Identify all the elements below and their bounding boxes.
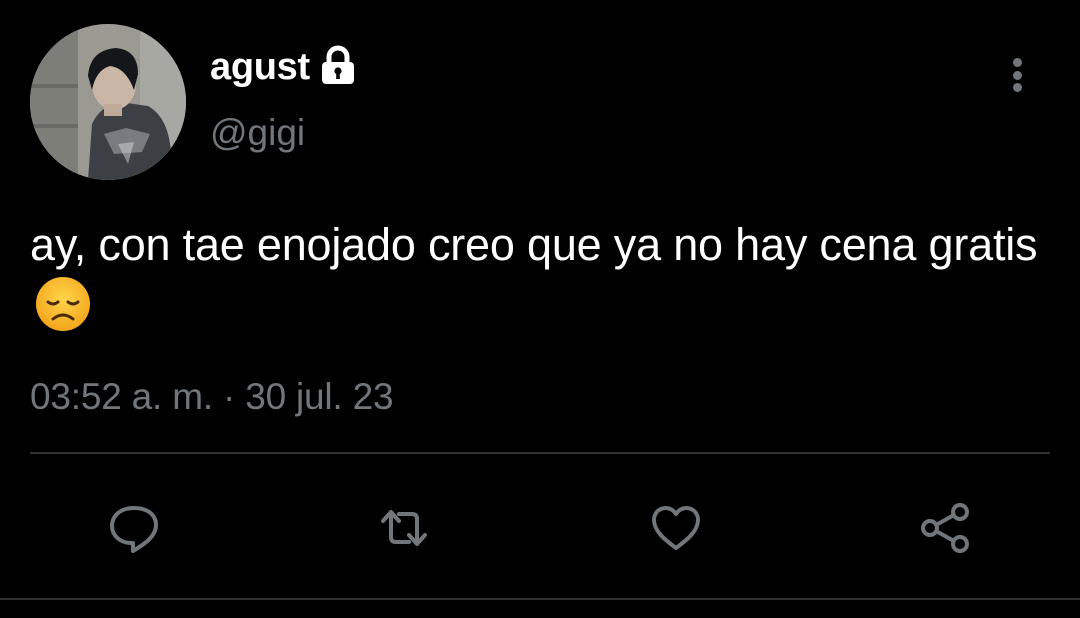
retweet-button[interactable] [374,498,434,558]
more-vertical-icon [1012,58,1022,67]
tweet-body: ay, con tae enojado creo que ya no hay c… [30,219,1038,270]
divider [30,452,1050,454]
like-button[interactable] [646,498,706,558]
reply-button[interactable] [104,498,164,558]
heart-icon [652,506,700,550]
more-dot [1012,83,1022,92]
tweet-timestamp[interactable]: 03:52 a. m. · 30 jul. 23 [30,376,394,418]
bottom-divider [0,598,1080,600]
more-options-button[interactable] [1000,52,1034,98]
display-name[interactable]: agust [210,46,310,89]
more-dot [1012,70,1022,80]
avatar[interactable] [30,24,186,180]
display-name-row[interactable]: agust [210,44,358,89]
disappointed-face-icon [34,275,92,333]
lock-icon [318,44,358,86]
user-handle[interactable]: @gigi [210,112,305,154]
reply-icon [110,506,158,553]
tweet-text: ay, con tae enojado creo que ya no hay c… [30,214,1040,340]
share-icon [921,503,969,553]
share-button[interactable] [916,498,976,558]
retweet-icon [381,510,427,546]
tweet-detail: agust @gigi ay, con tae enojado creo que… [0,0,1080,618]
